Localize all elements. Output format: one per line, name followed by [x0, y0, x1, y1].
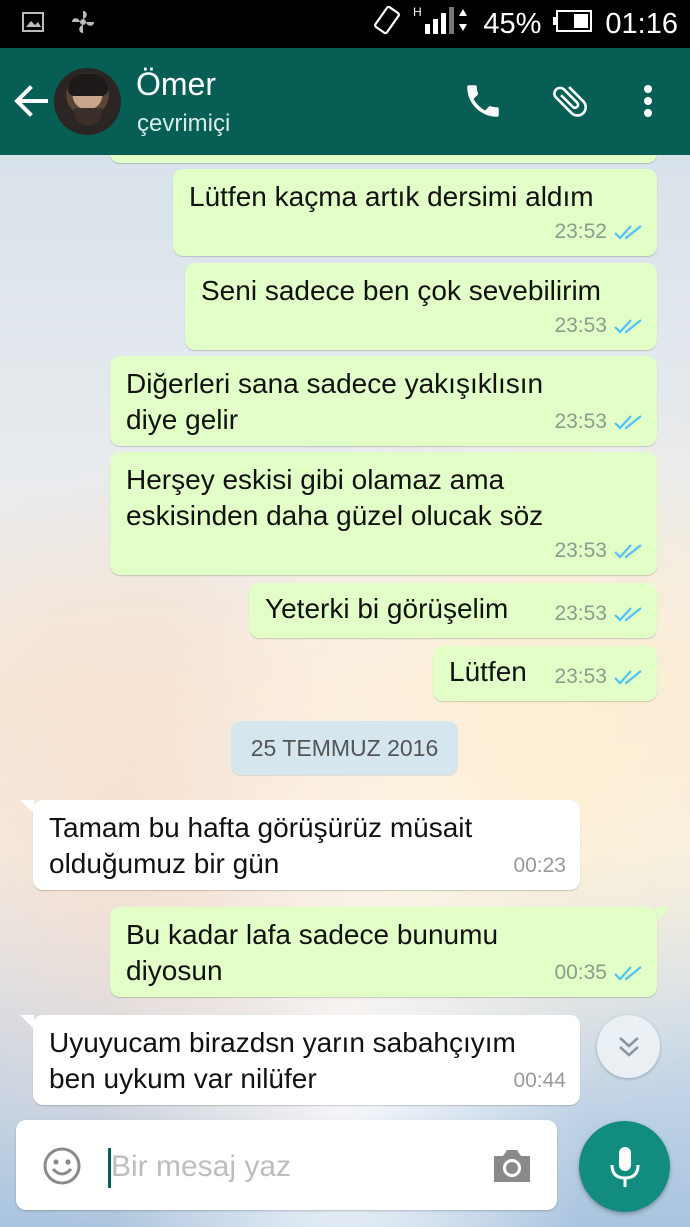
date-separator: 25 TEMMUZ 2016	[231, 721, 458, 775]
message-bubble-outgoing[interactable]: Lütfen 23:53	[433, 646, 657, 701]
message-text: Bu kadar lafa sadece bunumu diyosun	[126, 917, 498, 989]
double-check-icon	[614, 607, 642, 622]
message-meta: 23:53	[554, 596, 643, 632]
message-time: 23:53	[554, 665, 607, 688]
emoji-icon[interactable]	[42, 1146, 82, 1186]
double-check-icon	[614, 544, 642, 559]
message-meta: 23:53	[554, 533, 643, 569]
message-text: Tamam bu hafta görüşürüz müsait olduğumu…	[49, 810, 472, 882]
message-text: Diğerleri sana sadece yakışıklısın diye …	[126, 366, 543, 438]
message-meta: 23:53	[554, 404, 643, 440]
message-meta: 23:52	[554, 214, 643, 250]
message-bubble-outgoing[interactable]: Lütfen kaçma artık dersimi aldım 23:52	[173, 169, 657, 256]
message-line: Herşey eskisi gibi olamaz ama	[126, 464, 505, 495]
svg-text:H: H	[413, 5, 422, 19]
message-line: olduğumuz bir gün	[49, 848, 280, 879]
message-time: 00:23	[513, 854, 566, 877]
clock: 01:16	[605, 7, 678, 40]
message-line: ben uykum var nilüfer	[49, 1063, 317, 1094]
message-time: 23:52	[554, 220, 607, 243]
bubble-tail	[20, 1015, 34, 1029]
message-bubble-outgoing[interactable]: Yeterki bi görüşelim 23:53	[249, 583, 657, 638]
message-text: Herşey eskisi gibi olamaz ama eskisinden…	[126, 462, 543, 534]
message-bubble-outgoing[interactable]: Diğerleri sana sadece yakışıklısın diye …	[110, 356, 657, 446]
bubble-tail	[20, 800, 34, 814]
message-bubble-incoming[interactable]: Tamam bu hafta görüşürüz müsait olduğumu…	[33, 800, 580, 890]
message-meta: 23:53	[554, 659, 643, 695]
double-check-icon	[614, 966, 642, 981]
message-meta: 00:35	[554, 955, 643, 991]
bubble-tail	[657, 907, 671, 921]
signal-icon: H	[413, 4, 471, 44]
message-line: Diğerleri sana sadece yakışıklısın	[126, 368, 544, 399]
battery-icon	[553, 8, 593, 41]
message-time: 23:53	[554, 539, 607, 562]
arrow-left-icon[interactable]	[10, 80, 52, 122]
message-time: 00:35	[554, 961, 607, 984]
voice-record-button[interactable]	[579, 1121, 670, 1212]
contact-name[interactable]: Ömer	[136, 66, 216, 103]
paperclip-icon[interactable]	[549, 80, 591, 122]
message-bubble-outgoing[interactable]: Bu kadar lafa sadece bunumu diyosun 00:3…	[110, 907, 657, 997]
message-line: Bu kadar lafa sadece bunumu	[126, 919, 499, 950]
more-vert-icon[interactable]	[627, 80, 669, 122]
double-check-icon	[614, 415, 642, 430]
message-line: Tamam bu hafta görüşürüz müsait	[49, 812, 473, 843]
double-check-icon	[614, 225, 642, 240]
mic-icon	[610, 1146, 639, 1187]
gallery-notification-icon	[22, 11, 44, 37]
avatar[interactable]	[54, 68, 121, 135]
camera-icon[interactable]	[490, 1146, 534, 1186]
rotate-icon	[373, 5, 401, 43]
message-time: 23:53	[554, 314, 607, 337]
message-time: 23:53	[554, 410, 607, 433]
message-time: 00:44	[513, 1069, 566, 1092]
scroll-to-bottom-button[interactable]	[597, 1015, 660, 1078]
message-composer	[16, 1120, 557, 1210]
message-text: Seni sadece ben çok sevebilirim	[201, 275, 601, 306]
message-meta: 00:23	[513, 848, 566, 884]
chat-area[interactable]: Lütfen kaçma artık dersimi aldım 23:52 S…	[0, 155, 690, 1227]
message-text: Lütfen kaçma artık dersimi aldım	[189, 181, 594, 212]
message-text: Yeterki bi görüşelim	[265, 593, 509, 624]
message-text: Uyuyucam birazdsn yarın sabahçıyım ben u…	[49, 1025, 516, 1097]
battery-percent: 45%	[483, 7, 542, 40]
message-bubble-partial	[110, 155, 657, 163]
message-bubble-outgoing[interactable]: Herşey eskisi gibi olamaz ama eskisinden…	[110, 452, 657, 575]
status-bar: H 45% 01:16	[0, 0, 690, 48]
message-line: eskisinden daha güzel olucak söz	[126, 500, 544, 531]
message-meta: 23:53	[554, 308, 643, 344]
message-bubble-incoming[interactable]: Uyuyucam birazdsn yarın sabahçıyım ben u…	[33, 1015, 580, 1105]
message-time: 23:53	[554, 602, 607, 625]
double-check-icon	[614, 670, 642, 685]
message-line: Uyuyucam birazdsn yarın sabahçıyım	[49, 1027, 516, 1058]
message-text: Lütfen	[449, 656, 527, 687]
contact-status: çevrimiçi	[137, 110, 231, 137]
message-meta: 00:44	[513, 1063, 566, 1099]
double-check-icon	[614, 319, 642, 334]
chat-header: Ömer çevrimiçi	[0, 48, 690, 155]
message-input[interactable]	[109, 1142, 473, 1192]
chevron-double-down-icon	[618, 1036, 639, 1057]
message-line: diye gelir	[126, 404, 239, 435]
message-line: diyosun	[126, 955, 223, 986]
fan-notification-icon	[70, 9, 96, 40]
phone-icon[interactable]	[462, 80, 504, 122]
message-bubble-outgoing[interactable]: Seni sadece ben çok sevebilirim 23:53	[185, 263, 657, 350]
